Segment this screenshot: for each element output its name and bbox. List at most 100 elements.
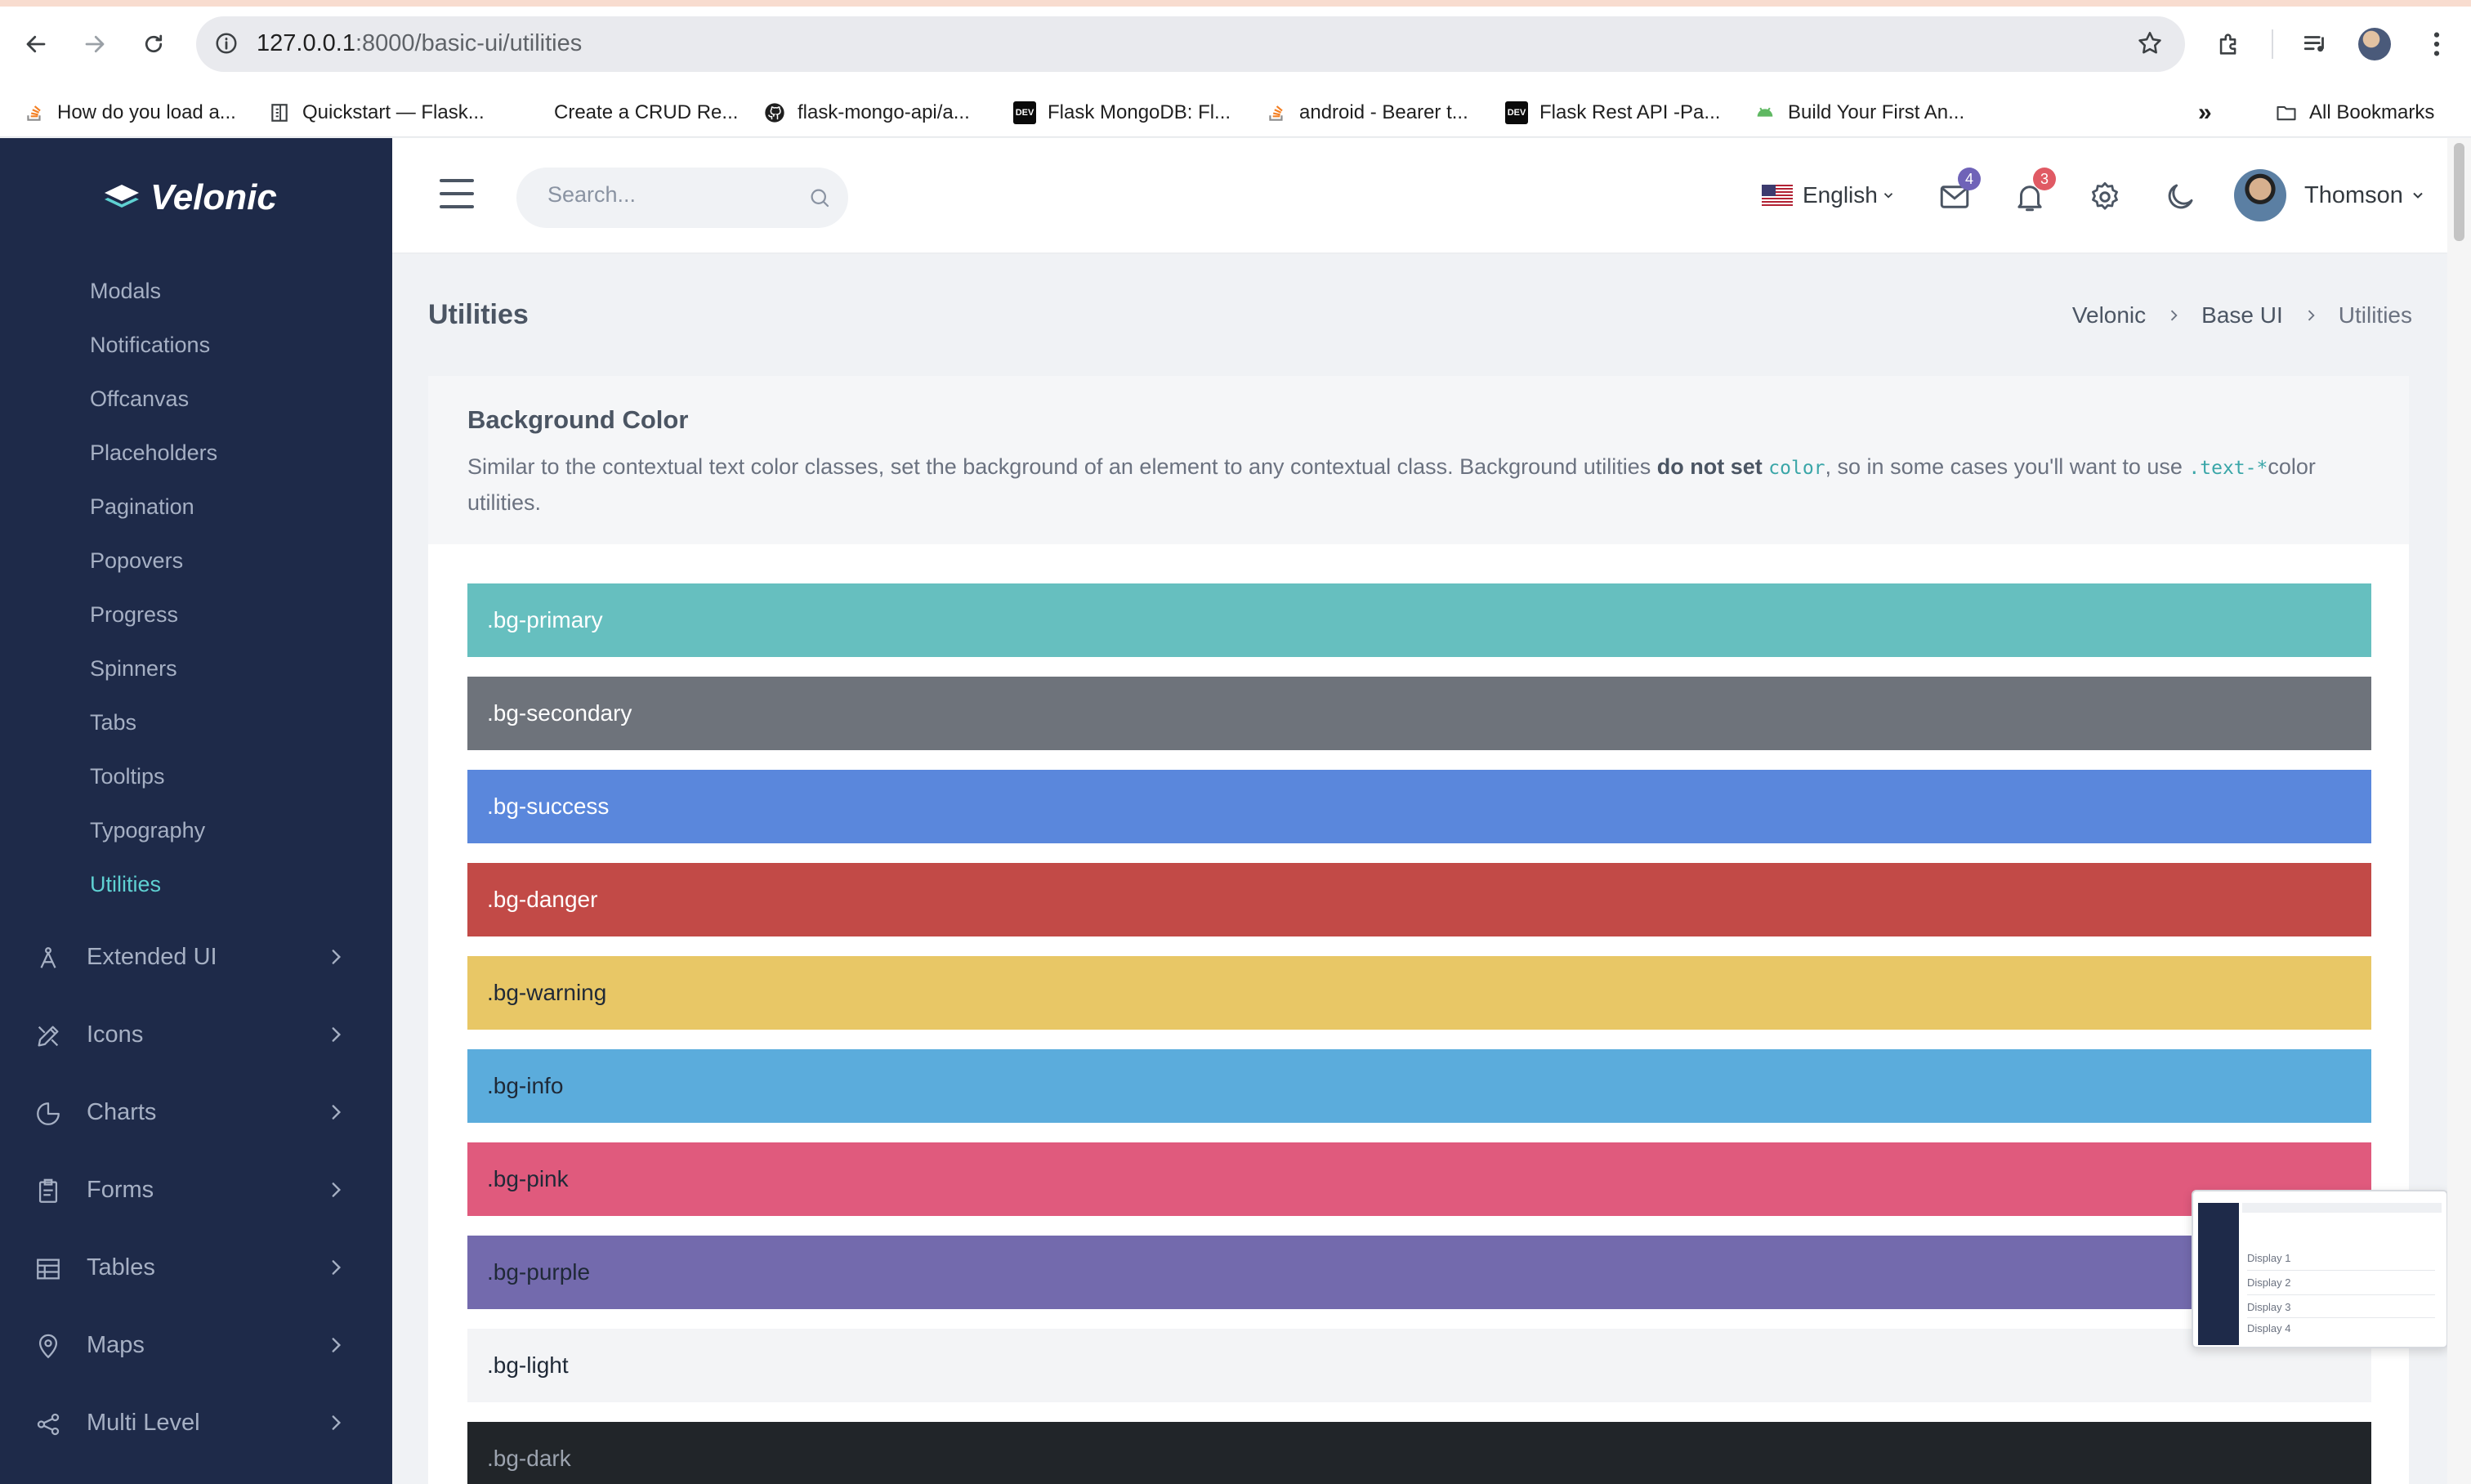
- chevron-right-icon: [2165, 307, 2182, 324]
- bg-color-row: .bg-success: [467, 770, 2371, 843]
- bg-color-row: .bg-info: [467, 1049, 2371, 1123]
- bookmark-item[interactable]: Build Your First An...: [1754, 96, 1964, 129]
- moon-icon: [2168, 184, 2193, 209]
- sidebar-item-modals[interactable]: Modals: [90, 279, 161, 304]
- screenshot-thumbnail[interactable]: Display 1 Display 2 Display 3 Display 4: [2192, 1190, 2448, 1348]
- bg-color-row: .bg-pink: [467, 1142, 2371, 1216]
- bookmark-item[interactable]: android - Bearer t...: [1265, 96, 1468, 129]
- menu-label: Icons: [87, 1021, 144, 1048]
- bookmark-item[interactable]: DEV Flask MongoDB: Fl...: [1013, 96, 1231, 129]
- gear-icon: [2092, 181, 2118, 210]
- bg-color-row: .bg-purple: [467, 1236, 2371, 1309]
- chevron-right-icon: [332, 1260, 342, 1275]
- menu-label: Multi Level: [87, 1409, 200, 1436]
- sidebar-item-utilities[interactable]: Utilities: [90, 872, 161, 897]
- settings-button[interactable]: [2084, 176, 2126, 218]
- theme-toggle-button[interactable]: [2159, 176, 2201, 218]
- menu-label: Tables: [87, 1254, 155, 1281]
- user-menu[interactable]: Thomson: [2234, 169, 2426, 221]
- media-controls-icon[interactable]: [2294, 23, 2337, 65]
- thumbnail-text: Display 1: [2247, 1252, 2291, 1264]
- more-bookmarks-chevron-icon[interactable]: »: [2198, 96, 2212, 129]
- breadcrumb-current: Utilities: [2338, 302, 2412, 328]
- bookmark-star-icon[interactable]: [2136, 29, 2164, 61]
- logo-text: Velonic: [150, 177, 277, 217]
- logo-layers-icon: [105, 185, 139, 208]
- icons-icon: [38, 1026, 59, 1047]
- sidebar-menu-icons[interactable]: Icons: [0, 1006, 392, 1063]
- thumbnail-divider: [2247, 1270, 2435, 1271]
- background-color-card: Background Color Similar to the contextu…: [428, 376, 2409, 1484]
- sidebar-item-progress[interactable]: Progress: [90, 602, 178, 628]
- thumbnail-sidebar: [2198, 1203, 2239, 1345]
- chevron-right-icon: [332, 950, 342, 964]
- sidebar-item-typography[interactable]: Typography: [90, 818, 205, 843]
- sidebar-menu-tables[interactable]: Tables: [0, 1239, 392, 1296]
- site-info-icon[interactable]: [214, 31, 239, 60]
- address-bar[interactable]: 127.0.0.1:8000/basic-ui/utilities: [196, 16, 2185, 72]
- mail-badge: 4: [1958, 168, 1981, 190]
- thumbnail-divider: [2247, 1317, 2435, 1318]
- page-title: Utilities: [428, 299, 529, 330]
- sidebar-menu-multi-level[interactable]: Multi Level: [0, 1394, 392, 1451]
- document-icon: [268, 101, 291, 124]
- bg-color-row: .bg-secondary: [467, 677, 2371, 750]
- user-name: Thomson: [2304, 181, 2403, 208]
- sidebar-item-tabs[interactable]: Tabs: [90, 710, 136, 735]
- app-logo[interactable]: Velonic: [101, 177, 277, 218]
- bg-color-row: .bg-light: [467, 1329, 2371, 1402]
- chevron-right-icon: [332, 1027, 342, 1042]
- sidebar-item-offcanvas[interactable]: Offcanvas: [90, 387, 189, 412]
- profile-avatar-icon[interactable]: [2353, 23, 2396, 65]
- menu-label: Extended UI: [87, 943, 217, 970]
- android-icon: [1754, 101, 1776, 124]
- thumbnail-text: Display 4: [2247, 1322, 2291, 1334]
- sidebar-menu-forms[interactable]: Forms: [0, 1161, 392, 1218]
- menu-label: Charts: [87, 1098, 157, 1125]
- sidebar-item-popovers[interactable]: Popovers: [90, 548, 183, 574]
- extensions-icon[interactable]: [2208, 23, 2250, 65]
- back-icon[interactable]: [16, 25, 56, 64]
- chevron-right-icon: [332, 1105, 342, 1120]
- notifications-button[interactable]: 3: [2009, 168, 2056, 218]
- blank-page-icon: [520, 101, 543, 124]
- forward-icon[interactable]: [75, 25, 114, 64]
- forms-icon: [38, 1178, 58, 1203]
- language-label: English: [1803, 182, 1878, 208]
- messages-button[interactable]: 4: [1933, 168, 1981, 218]
- bookmark-item[interactable]: How do you load a...: [23, 96, 236, 129]
- search-icon[interactable]: [807, 186, 832, 214]
- chevron-right-icon: [332, 1338, 342, 1352]
- sidebar-item-spinners[interactable]: Spinners: [90, 656, 177, 682]
- bookmark-item[interactable]: Create a CRUD Re...: [520, 96, 738, 129]
- search-input[interactable]: [547, 182, 793, 208]
- menu-toggle-icon[interactable]: [440, 179, 474, 208]
- extended-ui-icon: [40, 947, 56, 968]
- page-scrollbar[interactable]: [2447, 138, 2471, 1484]
- tab-strip: [0, 0, 2471, 7]
- browser-menu-icon[interactable]: [2415, 23, 2458, 65]
- sidebar-item-pagination[interactable]: Pagination: [90, 494, 194, 520]
- reload-icon[interactable]: [134, 25, 173, 64]
- breadcrumb-item[interactable]: Base UI: [2201, 302, 2283, 329]
- bookmark-item[interactable]: Quickstart — Flask...: [268, 96, 485, 129]
- sidebar-menu-extended-ui[interactable]: Extended UI: [0, 928, 392, 986]
- thumbnail-divider: [2247, 1294, 2435, 1295]
- sidebar-menu-charts[interactable]: Charts: [0, 1084, 392, 1141]
- sidebar-menu-maps[interactable]: Maps: [0, 1316, 392, 1374]
- all-bookmarks-folder[interactable]: All Bookmarks: [2275, 96, 2434, 129]
- bookmark-item[interactable]: DEV Flask Rest API -Pa...: [1505, 96, 1720, 129]
- search-box: [516, 168, 848, 228]
- bookmark-item[interactable]: flask-mongo-api/a...: [763, 96, 970, 129]
- sidebar-item-notifications[interactable]: Notifications: [90, 333, 210, 358]
- stackoverflow-icon: [1265, 101, 1288, 124]
- browser-toolbar: 127.0.0.1:8000/basic-ui/utilities: [0, 0, 2471, 88]
- scrollbar-thumb[interactable]: [2454, 143, 2464, 241]
- card-header: Background Color Similar to the contextu…: [428, 376, 2409, 544]
- sidebar-item-tooltips[interactable]: Tooltips: [90, 764, 165, 789]
- language-selector[interactable]: English: [1762, 179, 1896, 212]
- sidebar-item-placeholders[interactable]: Placeholders: [90, 440, 217, 466]
- breadcrumb-item[interactable]: Velonic: [2072, 302, 2146, 329]
- maps-icon: [38, 1334, 58, 1359]
- chevron-right-icon: [2303, 307, 2319, 324]
